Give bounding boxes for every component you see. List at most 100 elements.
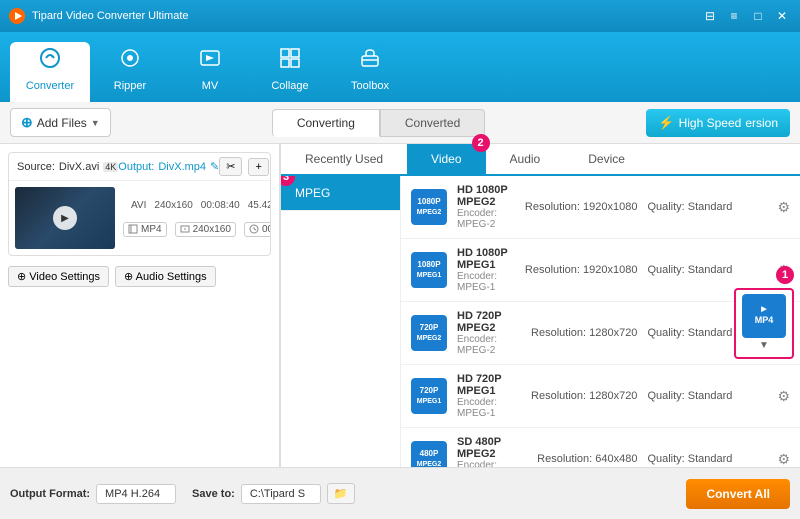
nav-toolbox-label: Toolbox [351, 80, 389, 92]
preset-info: HD 720P MPEG2 Encoder: MPEG-2 [457, 310, 521, 356]
preset-fmt-badge: MPEG2 [417, 334, 442, 343]
lightning-icon: ⚡ [658, 115, 674, 131]
preset-quality: Quality: Standard [647, 201, 767, 213]
close-icon[interactable]: ✕ [772, 6, 792, 26]
preset-resolution: Resolution: 1280x720 [531, 390, 637, 402]
menu-icon[interactable]: ≡ [724, 6, 744, 26]
output-meta-row: MP4 240x160 00:08:40 [123, 218, 271, 241]
file-item-body: ▶ AVI 240x160 00:08:40 45.42 MB MP4 [9, 181, 270, 255]
preset-info: HD 1080P MPEG2 Encoder: MPEG-2 [457, 184, 515, 230]
file-format: AVI [131, 200, 146, 211]
preset-name: SD 480P MPEG2 [457, 436, 527, 460]
high-speed-button[interactable]: ⚡ High Speed ersion [646, 109, 790, 137]
edit-icon[interactable]: ✎ [210, 160, 219, 173]
nav-converter-label: Converter [26, 80, 74, 92]
preset-encoder: Encoder: MPEG-1 [457, 397, 521, 419]
add-clip-button[interactable]: + [248, 158, 268, 176]
minimize-icon[interactable]: ⊟ [700, 6, 720, 26]
format-top-line: ▶ [755, 306, 774, 314]
converting-tab[interactable]: Converting [272, 109, 380, 137]
preset-settings-icon[interactable]: ⚙ [777, 199, 790, 216]
output-duration-value: 00:08:40 [262, 224, 271, 235]
tab-audio[interactable]: Audio [486, 144, 565, 174]
toolbox-icon [358, 46, 382, 76]
tab-video-label: Video [431, 152, 461, 166]
preset-quality: Quality: Standard [647, 390, 767, 402]
output-format-field: Output Format: MP4 H.264 [10, 484, 176, 504]
preset-settings-icon[interactable]: ⚙ [777, 388, 790, 405]
tab-video[interactable]: Video 2 [407, 144, 485, 174]
preset-res-badge: 720P [420, 323, 439, 333]
preset-fmt-badge: MPEG2 [417, 460, 442, 467]
title-bar-controls: ⊟ ≡ □ ✕ [700, 6, 792, 26]
nav-collage[interactable]: Collage [250, 42, 330, 102]
preset-settings-icon[interactable]: ⚙ [777, 451, 790, 468]
label-3: 3 [281, 176, 295, 186]
source-format-badge: 4K [103, 162, 118, 172]
nav-converter[interactable]: Converter [10, 42, 90, 102]
add-files-button[interactable]: ⊕ Add Files ▼ [10, 108, 111, 137]
audio-settings-button[interactable]: ⊕ Audio Settings [115, 266, 216, 287]
preset-badge: 480P MPEG2 [411, 441, 447, 467]
output-options-row: ⊕ Video Settings ⊕ Audio Settings [8, 262, 271, 291]
preset-quality: Quality: Standard [647, 453, 767, 465]
preset-item[interactable]: 1080P MPEG2 HD 1080P MPEG2 Encoder: MPEG… [401, 176, 800, 239]
tab-device[interactable]: Device [564, 144, 649, 174]
label-1: 1 [776, 266, 794, 284]
preset-info: SD 480P MPEG2 Encoder: MPEG-2 [457, 436, 527, 467]
file-output: Output: DivX.mp4 ✎ [118, 160, 219, 173]
preset-name: HD 1080P MPEG2 [457, 184, 515, 208]
file-item: Source: DivX.avi 4K Output: DivX.mp4 ✎ ✂… [8, 152, 271, 256]
output-resolution-badge: 240x160 [175, 222, 236, 237]
format-label: MP4 [755, 315, 774, 326]
source-label: Source: [17, 161, 55, 173]
converter-icon [38, 46, 62, 76]
category-mpeg[interactable]: 3 MPEG [281, 176, 400, 211]
edit-button[interactable]: ✂ [219, 157, 242, 176]
preset-name: HD 720P MPEG1 [457, 373, 521, 397]
converted-tab[interactable]: Converted [380, 109, 485, 137]
preset-badge: 720P MPEG1 [411, 378, 447, 414]
nav-collage-label: Collage [271, 80, 308, 92]
preset-badge: 1080P MPEG1 [411, 252, 447, 288]
source-value: DivX.avi [59, 161, 99, 173]
file-item-actions: ✂ + ✕ [219, 157, 271, 176]
tab-recently-used[interactable]: Recently Used [281, 144, 407, 174]
preset-res-badge: 480P [420, 449, 439, 459]
convert-all-button[interactable]: Convert All [686, 479, 790, 509]
acceleration-label: ersion [745, 116, 778, 130]
plus-icon: ⊕ [21, 114, 33, 131]
save-to-label: Save to: [192, 488, 235, 500]
format-selector-popup: 1 ▶ MP4 ▼ [734, 288, 794, 359]
preset-resolution: Resolution: 640x480 [537, 453, 637, 465]
toolbar-tabs: Converting Converted [119, 109, 639, 137]
browse-button[interactable]: 📁 [327, 483, 355, 504]
preset-encoder: Encoder: MPEG-1 [457, 271, 515, 293]
collage-icon [278, 46, 302, 76]
file-source: Source: DivX.avi 4K [17, 161, 118, 173]
preset-encoder: Encoder: MPEG-2 [457, 208, 515, 230]
format-body: 3 MPEG 1080P MPEG2 HD 1080P MPEG2 Encode… [281, 176, 800, 467]
nav-mv[interactable]: MV [170, 42, 250, 102]
preset-badge: 720P MPEG2 [411, 315, 447, 351]
output-resolution-value: 240x160 [193, 224, 231, 235]
toolbar: ⊕ Add Files ▼ Converting Converted ⚡ Hig… [0, 102, 800, 144]
preset-item[interactable]: 720P MPEG1 HD 720P MPEG1 Encoder: MPEG-1… [401, 365, 800, 428]
video-settings-button[interactable]: ⊕ Video Settings [8, 266, 109, 287]
preset-resolution: Resolution: 1920x1080 [525, 264, 638, 276]
app-logo [8, 7, 26, 25]
preset-fmt-badge: MPEG2 [417, 208, 442, 217]
preset-quality: Quality: Standard [647, 264, 767, 276]
preset-item[interactable]: 480P MPEG2 SD 480P MPEG2 Encoder: MPEG-2… [401, 428, 800, 467]
file-item-header: Source: DivX.avi 4K Output: DivX.mp4 ✎ ✂… [9, 153, 270, 181]
bottom-bar: Output Format: MP4 H.264 Save to: C:\Tip… [0, 467, 800, 519]
nav-toolbox[interactable]: Toolbox [330, 42, 410, 102]
nav-ripper[interactable]: Ripper [90, 42, 170, 102]
maximize-icon[interactable]: □ [748, 6, 768, 26]
nav-ripper-label: Ripper [114, 80, 146, 92]
app-title: Tipard Video Converter Ultimate [32, 10, 189, 22]
file-size: 45.42 MB [248, 200, 271, 211]
video-thumbnail[interactable]: ▶ [15, 187, 115, 249]
format-dropdown-button[interactable]: ▼ [740, 338, 788, 353]
output-format-badge: MP4 [123, 222, 167, 237]
